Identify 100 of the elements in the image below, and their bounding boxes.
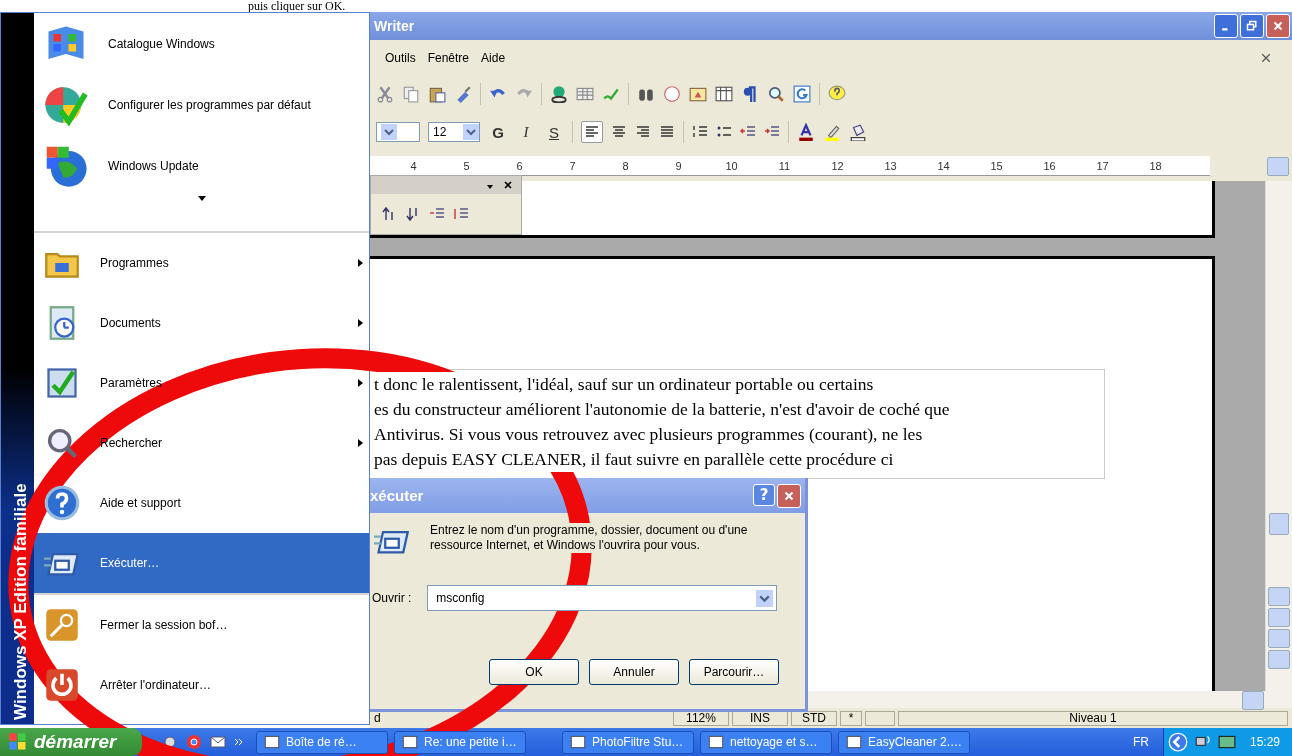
align-center-icon[interactable] [611, 124, 627, 140]
close-button[interactable] [777, 483, 801, 508]
format-toggle[interactable]: G [488, 123, 508, 141]
ruler-number: 4 [409, 159, 418, 172]
start-menu-item[interactable]: Aide et support [34, 473, 369, 533]
scroll-thumb[interactable] [1269, 513, 1289, 535]
language-indicator[interactable]: FR [1118, 735, 1163, 749]
ruler-number: 17 [1095, 159, 1110, 172]
submenu-arrow-icon[interactable] [358, 319, 363, 327]
font-size-field[interactable]: 12 [428, 122, 480, 142]
start-menu-item[interactable]: Rechercher [34, 413, 369, 473]
submenu-arrow-icon[interactable] [358, 259, 363, 267]
dialog-button[interactable]: Annuler [589, 659, 679, 685]
paste-icon[interactable] [428, 85, 446, 103]
menu-item[interactable]: Outils [385, 50, 416, 65]
scissors-icon[interactable] [376, 85, 394, 103]
page-indicator: d [374, 710, 382, 726]
taskbar-button[interactable]: PhotoFiltre Stu… [562, 730, 694, 754]
help-icon[interactable] [44, 485, 80, 521]
app-icon[interactable] [845, 733, 863, 751]
start-menu-item[interactable]: Exécuter… [34, 533, 369, 593]
start-button[interactable]: démarrer [0, 728, 142, 756]
close-icon[interactable] [503, 180, 513, 190]
restore-icon[interactable] [1246, 20, 1258, 32]
table-icon[interactable] [576, 85, 594, 103]
window-title: Writer [374, 18, 415, 34]
app-icon[interactable] [569, 733, 587, 751]
open-combo-field[interactable]: msconfig [427, 585, 778, 611]
gallery-icon[interactable] [793, 85, 811, 103]
start-menu-item[interactable]: Catalogue Windows [34, 13, 369, 74]
start-menu-item[interactable]: Arrêter l'ordinateur… [34, 655, 369, 715]
app-icon[interactable] [401, 733, 419, 751]
format-toggle[interactable]: S [544, 123, 564, 141]
close-document-icon[interactable] [1260, 51, 1272, 64]
ruler-number: 14 [936, 159, 951, 172]
app-icon[interactable] [707, 733, 725, 751]
start-menu-item[interactable]: Paramètres [34, 353, 369, 413]
justify-icon[interactable] [659, 124, 675, 140]
control-panel-icon[interactable] [44, 365, 80, 401]
close-button[interactable] [1266, 14, 1290, 38]
modified-indicator: * [840, 710, 862, 726]
font-name-field[interactable] [376, 122, 420, 142]
taskbar-button[interactable]: Boîte de ré… [256, 730, 388, 754]
vertical-scrollbar[interactable] [1265, 181, 1292, 691]
font-color-icon[interactable] [797, 123, 815, 141]
monitor-icon[interactable] [1217, 733, 1236, 751]
image-frame-icon[interactable] [689, 85, 707, 103]
ruler-number: 10 [724, 159, 739, 172]
ruler-number: 18 [1148, 159, 1163, 172]
highlighter-icon[interactable] [823, 123, 841, 141]
numbered-list-icon[interactable] [692, 124, 708, 140]
ruler-number: 16 [1042, 159, 1057, 172]
paragraph-icon[interactable] [741, 85, 759, 103]
copy-icon[interactable] [402, 85, 420, 103]
more-arrow-icon[interactable] [197, 196, 206, 202]
menu-item[interactable]: Fenêtre [427, 50, 470, 65]
start-menu-item[interactable]: Fermer la session bof… [34, 595, 369, 655]
open-label: Ouvrir : [372, 591, 412, 605]
menu-item[interactable]: Aide [481, 50, 506, 65]
ruler-number: 6 [515, 159, 524, 172]
start-menu-item[interactable]: Windows Update [34, 135, 369, 196]
power-icon[interactable] [44, 667, 80, 703]
ruler-number: 13 [883, 159, 898, 172]
expand-tray-icon[interactable] [1167, 732, 1188, 752]
key-icon[interactable] [44, 607, 80, 643]
mail-icon[interactable] [210, 734, 226, 750]
dialog-title: xécuter [370, 487, 424, 504]
ruler-number: 7 [568, 159, 577, 172]
dialog-button[interactable]: OK [489, 659, 579, 685]
taskbar-button[interactable]: EasyCleaner 2.… [838, 730, 970, 754]
demote-icon[interactable] [453, 206, 469, 222]
ruler-number: 5 [462, 159, 471, 172]
status-field [865, 710, 895, 726]
start-menu-item[interactable]: Documents [34, 293, 369, 353]
start-menu-item[interactable]: Configurer les programmes par défaut [34, 74, 369, 135]
taskbar-button[interactable]: Re: une petite i… [394, 730, 526, 754]
ruler-number: 15 [989, 159, 1004, 172]
browser-icon[interactable] [186, 734, 202, 750]
dialog-button[interactable]: Parcourir… [689, 659, 779, 685]
grid-icon[interactable] [715, 85, 733, 103]
zoom-icon[interactable] [767, 85, 785, 103]
document-caption: puis cliquer sur OK. [247, 0, 347, 12]
windows-flag-icon[interactable] [8, 732, 28, 752]
paint-bucket-icon[interactable] [849, 123, 867, 141]
ruler-number: 9 [674, 159, 683, 172]
restore-button[interactable] [1240, 14, 1264, 38]
format-toggle[interactable]: I [516, 123, 536, 141]
app-icon[interactable] [263, 733, 281, 751]
outline-level-indicator: Niveau 1 [898, 710, 1288, 726]
help-bubble-icon[interactable] [828, 85, 846, 103]
submenu-arrow-icon[interactable] [358, 379, 363, 387]
chevron-icon[interactable] [234, 737, 244, 747]
ruler-number: 11 [777, 159, 792, 172]
align-right-icon[interactable] [635, 124, 651, 140]
clock: 15:29 [1249, 735, 1280, 749]
submenu-arrow-icon[interactable] [358, 439, 363, 447]
edition-label: Windows XP Edition familiale [11, 483, 31, 720]
start-menu-item[interactable]: Programmes [34, 233, 369, 293]
minimize-button[interactable] [1214, 14, 1238, 38]
taskbar-button[interactable]: nettoyage et s… [700, 730, 832, 754]
